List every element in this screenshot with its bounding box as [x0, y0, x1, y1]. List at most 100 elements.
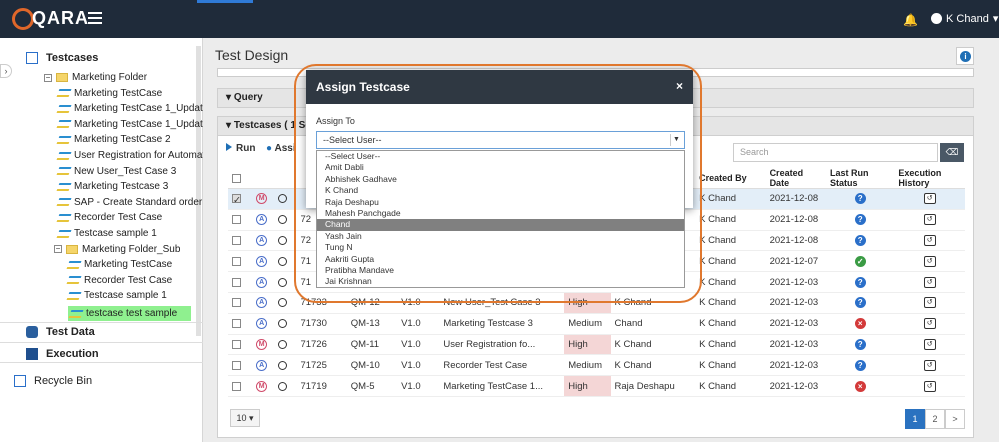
top-navbar: QARA 🔔 K Chand ▾ [0, 0, 999, 38]
row-select-cell [228, 334, 253, 356]
clear-search-button[interactable]: ⌫ [940, 143, 964, 162]
history-icon[interactable]: ↺ [923, 234, 936, 246]
tree-testcase[interactable]: Recorder Test Case [66, 274, 173, 286]
automated-icon: A [256, 297, 268, 309]
history-icon[interactable]: ↺ [923, 255, 936, 267]
created-by: K Chand [695, 250, 766, 273]
history-icon[interactable]: ↺ [923, 214, 936, 226]
tree-testcase[interactable]: Marketing TestCase [56, 87, 163, 99]
column-header-execution-history[interactable]: Execution History [894, 168, 965, 189]
logo-text: QARA [32, 8, 89, 28]
bell-icon[interactable]: 🔔 [903, 13, 918, 27]
sidebar-item-testcases[interactable]: Testcases [26, 52, 98, 64]
platform-cell [274, 354, 297, 377]
next-page-button[interactable]: > [945, 409, 965, 429]
platform-cell [274, 292, 297, 314]
tree-testcase[interactable]: Marketing TestCase [66, 259, 172, 270]
run-button[interactable]: Run [226, 143, 255, 154]
history-icon[interactable]: ↺ [923, 318, 936, 330]
last-run-status: ? [825, 292, 895, 314]
row-select-cell [228, 313, 253, 335]
chevron-down-icon: ▾ [992, 13, 999, 25]
active-tab-indicator [197, 0, 253, 3]
hamburger-menu-icon[interactable] [88, 12, 102, 24]
page-1-button[interactable]: 1 [905, 409, 925, 429]
row-select-cell: ✓ [228, 188, 253, 210]
testcase-id-link[interactable]: 71730 [296, 313, 347, 335]
table-row[interactable]: A 71730 QM-13 V1.0 Marketing Testcase 3 Mediu… [228, 313, 965, 335]
testcase-icon [56, 182, 72, 191]
tree-testcase[interactable]: Marketing TestCase 1_Updated [56, 119, 214, 130]
tree-testcase[interactable]: SAP - Create Standard order an... [56, 197, 224, 208]
user-menu[interactable]: K Chand ▾ [931, 12, 998, 25]
last-run-status: × [825, 375, 895, 397]
tree-testcase[interactable]: Testcase sample 1 [56, 228, 157, 239]
history-icon[interactable]: ↺ [923, 338, 936, 350]
row-checkbox[interactable] [232, 298, 241, 308]
row-checkbox[interactable] [232, 339, 241, 349]
sidebar-item-recycle-bin[interactable]: Recycle Bin [14, 375, 92, 387]
tree-testcase[interactable]: Marketing TestCase 2 [56, 134, 171, 145]
collapse-icon[interactable]: − [44, 73, 52, 82]
assign-button[interactable]: ● Assi [266, 143, 296, 154]
tree-testcase[interactable]: New User_Test Case 3 [56, 166, 176, 177]
sidebar-toggle-button[interactable]: › [0, 64, 12, 78]
automated-icon: A [256, 234, 268, 246]
history-icon[interactable]: ↺ [923, 297, 936, 309]
row-checkbox[interactable] [232, 235, 241, 245]
tree-item-label: Marketing Testcase 3 [74, 181, 169, 193]
tree-item-label: Marketing TestCase [74, 87, 163, 99]
tree-testcase[interactable]: testcase test sample [68, 306, 192, 321]
testcase-icon [56, 89, 72, 98]
row-checkbox[interactable] [232, 277, 241, 287]
tree-folder[interactable]: − Marketing Folder_Sub [54, 244, 180, 255]
tree-item-label: User Registration for Automati... [74, 150, 216, 161]
page-2-button[interactable]: 2 [925, 409, 945, 429]
history-icon[interactable]: ↺ [923, 380, 936, 392]
collapse-icon[interactable]: − [54, 245, 62, 254]
sidebar-scrollbar[interactable] [196, 46, 201, 336]
row-checkbox[interactable] [232, 319, 241, 329]
testcase-id-link[interactable]: 71726 [296, 334, 347, 356]
table-row[interactable]: M 71719 QM-5 V1.0 Marketing TestCase 1... Hig… [228, 375, 965, 397]
sidebar-item-test-data[interactable]: Test Data [26, 326, 95, 338]
select-all-checkbox[interactable] [232, 174, 241, 184]
sidebar-item-label: Testcases [46, 52, 99, 64]
sidebar-item-execution[interactable]: Execution [26, 348, 99, 360]
testcase-icon [56, 135, 72, 144]
testcase-id-link[interactable]: 71719 [296, 375, 347, 397]
tree-item-label: Recorder Test Case [84, 274, 173, 286]
app-logo[interactable]: QARA [12, 8, 89, 31]
search-input[interactable]: Search [733, 143, 938, 162]
tree-testcase[interactable]: User Registration for Automati... [56, 150, 216, 161]
execution-history: ↺ [894, 271, 965, 293]
history-icon[interactable]: ↺ [923, 193, 936, 205]
history-icon[interactable]: ↺ [923, 359, 936, 371]
row-checkbox[interactable] [232, 360, 241, 370]
tree-testcase[interactable]: Marketing Testcase 3 [56, 181, 169, 193]
tree-testcase[interactable]: Recorder Test Case [56, 212, 162, 223]
row-checkbox[interactable] [232, 215, 241, 225]
row-checkbox[interactable]: ✓ [232, 194, 241, 206]
table-row[interactable]: A 71725 QM-10 V1.0 Recorder Test Case Medium K… [228, 354, 965, 377]
globe-icon [278, 256, 288, 266]
priority-badge: High [564, 375, 611, 397]
history-icon[interactable]: ↺ [923, 276, 936, 288]
info-button[interactable]: i [956, 47, 974, 65]
tree-testcase[interactable]: Marketing TestCase 1_Updated [56, 103, 214, 114]
execution-history: ↺ [894, 250, 965, 273]
testcase-id-link[interactable]: 71725 [296, 354, 347, 377]
column-header-last-run-status[interactable]: Last Run Status [825, 168, 895, 189]
testcase-code: QM-11 [346, 334, 398, 356]
page-size-select[interactable]: 10 ▾ [230, 409, 260, 427]
table-row[interactable]: M 71726 QM-11 V1.0 User Registration fo... Hi… [228, 334, 965, 356]
tree-testcase[interactable]: Testcase sample 1 [66, 290, 167, 301]
created-date: 2021-12-03 [765, 292, 826, 314]
column-header-created-by[interactable]: Created By [695, 168, 766, 189]
column-header-created-date[interactable]: Created Date [765, 168, 826, 189]
tree-folder[interactable]: − Marketing Folder [44, 72, 147, 83]
testcase-code: QM-5 [346, 375, 398, 397]
row-select-cell [228, 292, 253, 314]
row-checkbox[interactable] [232, 381, 241, 391]
row-checkbox[interactable] [232, 256, 241, 266]
